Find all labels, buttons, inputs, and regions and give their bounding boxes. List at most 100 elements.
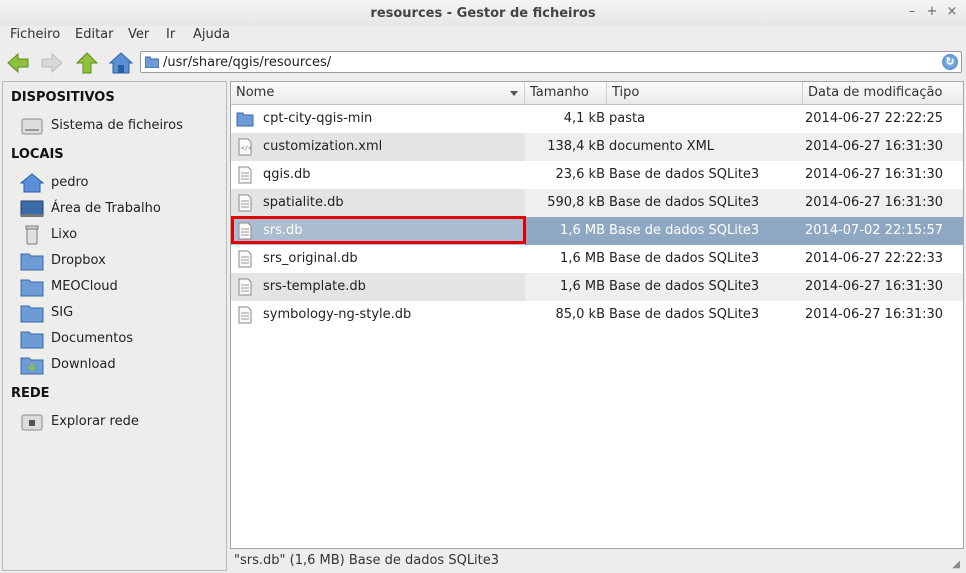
document-icon bbox=[238, 278, 252, 296]
file-name: srs-template.db bbox=[263, 279, 366, 294]
column-size-label: Tamanho bbox=[530, 85, 589, 100]
minimize-icon[interactable]: – bbox=[904, 4, 920, 20]
file-name-cell: </> customization.xml bbox=[231, 133, 525, 161]
file-name-cell: cpt-city-qgis-min bbox=[231, 105, 525, 133]
sidebar-item-label: Sistema de ficheiros bbox=[51, 118, 183, 133]
sidebar-item-label: Documentos bbox=[51, 331, 134, 346]
maximize-icon[interactable]: + bbox=[924, 4, 940, 20]
file-size: 590,8 kB bbox=[547, 195, 605, 210]
file-name-cell: spatialite.db bbox=[231, 189, 525, 217]
menu-editar[interactable]: Editar bbox=[75, 27, 114, 42]
column-type[interactable]: Tipo bbox=[607, 82, 803, 104]
svg-text:</>: </> bbox=[241, 145, 252, 152]
reload-icon[interactable]: ↻ bbox=[942, 54, 958, 70]
sidebar-item-download[interactable]: Download bbox=[20, 354, 220, 376]
sidebar-section-network: REDE bbox=[11, 386, 50, 401]
menu-ir[interactable]: Ir bbox=[166, 27, 175, 42]
menu-bar: Ficheiro Editar Ver Ir Ajuda bbox=[0, 26, 966, 46]
trash-icon bbox=[25, 225, 39, 245]
file-name-cell: qgis.db bbox=[231, 161, 525, 189]
file-size: 1,6 MB bbox=[560, 251, 605, 266]
document-icon bbox=[238, 166, 252, 184]
file-row[interactable]: qgis.db 23,6 kB Base de dados SQLite3 20… bbox=[231, 161, 963, 189]
document-icon bbox=[238, 306, 252, 324]
sidebar-section-devices: DISPOSITIVOS bbox=[11, 90, 115, 105]
file-date: 2014-06-27 22:22:25 bbox=[805, 111, 944, 126]
file-row[interactable]: srs-template.db 1,6 MB Base de dados SQL… bbox=[231, 273, 963, 301]
title-bar[interactable]: resources - Gestor de ficheiros – + × bbox=[0, 0, 966, 26]
menu-ficheiro[interactable]: Ficheiro bbox=[10, 27, 60, 42]
sidebar-item-meocloud[interactable]: MEOCloud bbox=[20, 276, 220, 298]
menu-ver[interactable]: Ver bbox=[128, 27, 149, 42]
home-icon[interactable] bbox=[109, 52, 133, 74]
sidebar-item-label: Dropbox bbox=[51, 253, 106, 268]
up-arrow-icon[interactable] bbox=[75, 52, 99, 74]
file-list: Nome Tamanho Tipo Data de modificação cp… bbox=[230, 81, 964, 549]
sidebar-item-label: MEOCloud bbox=[51, 279, 118, 294]
column-size[interactable]: Tamanho bbox=[525, 82, 607, 104]
sort-descending-icon bbox=[510, 91, 518, 96]
sidebar-item-desktop[interactable]: Área de Trabalho bbox=[20, 198, 220, 220]
back-arrow-icon[interactable] bbox=[6, 52, 30, 74]
sidebar-item-trash[interactable]: Lixo bbox=[20, 224, 220, 246]
xml-file-icon: </> bbox=[238, 138, 252, 156]
column-date-label: Data de modificação bbox=[808, 85, 943, 100]
file-type: documento XML bbox=[609, 139, 715, 154]
file-name: customization.xml bbox=[263, 139, 383, 154]
file-size: 85,0 kB bbox=[555, 307, 605, 322]
file-name-cell: srs-template.db bbox=[231, 273, 525, 301]
sidebar-item-dropbox[interactable]: Dropbox bbox=[20, 250, 220, 272]
sidebar-item-label: SIG bbox=[51, 305, 74, 320]
file-name: qgis.db bbox=[263, 167, 311, 182]
sidebar-item-network[interactable]: Explorar rede bbox=[20, 411, 220, 433]
download-folder-icon bbox=[20, 357, 44, 375]
status-bar: "srs.db" (1,6 MB) Base de dados SQLite3 … bbox=[230, 550, 964, 572]
sidebar-item-label: pedro bbox=[51, 175, 89, 190]
file-date: 2014-06-27 16:31:30 bbox=[805, 139, 944, 154]
file-size: 1,6 MB bbox=[560, 223, 605, 238]
folder-icon bbox=[20, 253, 44, 271]
close-icon[interactable]: × bbox=[944, 4, 960, 20]
network-icon bbox=[21, 414, 43, 431]
sidebar-item-label: Lixo bbox=[51, 227, 78, 242]
file-date: 2014-06-27 16:31:30 bbox=[805, 307, 944, 322]
folder-icon bbox=[145, 56, 159, 68]
file-type: pasta bbox=[609, 111, 646, 126]
file-date: 2014-07-02 22:15:57 bbox=[805, 223, 944, 238]
menu-ajuda[interactable]: Ajuda bbox=[193, 27, 230, 42]
folder-icon bbox=[20, 331, 44, 349]
file-type: Base de dados SQLite3 bbox=[609, 167, 760, 182]
resize-grip-icon[interactable]: ◢ bbox=[952, 559, 960, 570]
file-name-cell: srs_original.db bbox=[231, 245, 525, 273]
file-name: srs_original.db bbox=[263, 251, 358, 266]
drive-icon bbox=[21, 118, 43, 135]
column-date[interactable]: Data de modificação bbox=[803, 82, 963, 104]
file-manager-window: resources - Gestor de ficheiros – + × Fi… bbox=[0, 0, 966, 573]
file-row[interactable]: </> customization.xml 138,4 kB documento… bbox=[231, 133, 963, 161]
file-row[interactable]: srs_original.db 1,6 MB Base de dados SQL… bbox=[231, 245, 963, 273]
file-row[interactable]: spatialite.db 590,8 kB Base de dados SQL… bbox=[231, 189, 963, 217]
file-row[interactable]: cpt-city-qgis-min 4,1 kB pasta 2014-06-2… bbox=[231, 105, 963, 133]
desktop-icon bbox=[20, 200, 44, 217]
status-text: "srs.db" (1,6 MB) Base de dados SQLite3 bbox=[234, 553, 500, 568]
annotation-highlight-box bbox=[231, 216, 526, 244]
sidebar-item-label: Explorar rede bbox=[51, 414, 139, 429]
file-size: 23,6 kB bbox=[555, 167, 605, 182]
column-name[interactable]: Nome bbox=[231, 82, 525, 104]
sidebar-item-documentos[interactable]: Documentos bbox=[20, 328, 220, 350]
file-type: Base de dados SQLite3 bbox=[609, 223, 760, 238]
file-name: spatialite.db bbox=[263, 195, 344, 210]
address-bar[interactable]: /usr/share/qgis/resources/ ↻ bbox=[140, 51, 962, 73]
document-icon bbox=[238, 194, 252, 212]
sidebar-item-pedro[interactable]: pedro bbox=[20, 172, 220, 194]
file-row[interactable]: symbology-ng-style.db 85,0 kB Base de da… bbox=[231, 301, 963, 329]
forward-arrow-icon[interactable] bbox=[40, 52, 64, 74]
sidebar-item-sig[interactable]: SIG bbox=[20, 302, 220, 324]
column-type-label: Tipo bbox=[612, 85, 640, 100]
sidebar-item-label: Download bbox=[51, 357, 116, 372]
file-name: symbology-ng-style.db bbox=[263, 307, 412, 322]
file-date: 2014-06-27 16:31:30 bbox=[805, 195, 944, 210]
folder-icon bbox=[20, 279, 44, 297]
sidebar-item-filesystem[interactable]: Sistema de ficheiros bbox=[20, 115, 220, 137]
window-title: resources - Gestor de ficheiros bbox=[370, 6, 596, 21]
